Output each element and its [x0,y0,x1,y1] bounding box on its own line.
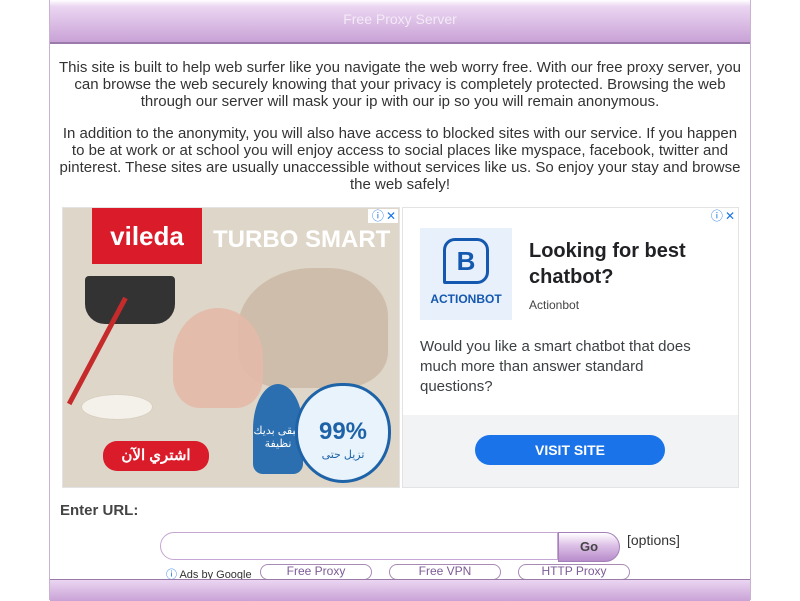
ad-info-icon[interactable]: ⓘ [711,209,723,223]
vileda-logo: vileda [92,208,202,264]
url-input[interactable] [160,532,558,560]
ad-cta-area: VISIT SITE [403,415,738,487]
go-button[interactable]: Go [558,532,620,562]
ad-buy-now-button[interactable]: اشتري الآن [103,441,209,471]
badge-percentage: 99% [318,418,368,445]
chatbot-icon: B [443,238,489,284]
options-link[interactable]: [options] [627,532,680,548]
intro-paragraph-2: In addition to the anonymity, you will a… [59,125,741,193]
actionbot-ad-banner[interactable]: B ACTIONBOT Looking for best chatbot? Ac… [402,207,739,488]
free-vpn-link[interactable]: Free VPN [389,564,501,580]
turbo-smart-logo: TURBO SMART [213,226,391,253]
enter-url-label: Enter URL: [60,502,139,519]
ad-photo-child [173,308,263,408]
free-proxy-link[interactable]: Free Proxy [260,564,372,580]
http-proxy-link[interactable]: HTTP Proxy [518,564,630,580]
ad-info-icon[interactable]: ⓘ [372,209,384,223]
footer-bar [50,579,750,601]
page-frame: Free Proxy Server This site is built to … [49,0,751,601]
ad-shield-badge: 99% تزيل حتى [295,383,391,483]
ad-close-icon[interactable]: ✕ [725,209,735,223]
actionbot-logo-text: ACTIONBOT [430,292,502,306]
ad-close-icon[interactable]: ✕ [386,209,396,223]
ad-headline[interactable]: Looking for best chatbot? [529,238,729,290]
header-bar: Free Proxy Server [50,0,750,44]
actionbot-logo[interactable]: B ACTIONBOT [420,228,512,320]
visit-site-button[interactable]: VISIT SITE [475,435,665,465]
ad-advertiser: Actionbot [529,298,580,312]
ad-choices[interactable]: ⓘ ✕ [706,209,737,223]
vileda-ad-banner[interactable]: vileda TURBO SMART لتبقى بديك نظيفة 99% … [62,207,400,488]
mop-bucket-image [85,276,175,324]
ad-choices[interactable]: ⓘ ✕ [367,209,398,223]
site-title: Free Proxy Server [343,11,457,27]
ad-body-text: Would you like a smart chatbot that does… [420,338,691,395]
intro-paragraph-1: This site is built to help web surfer li… [59,59,741,110]
mop-head-image [81,394,153,420]
badge-caption: تزيل حتى [321,449,365,461]
